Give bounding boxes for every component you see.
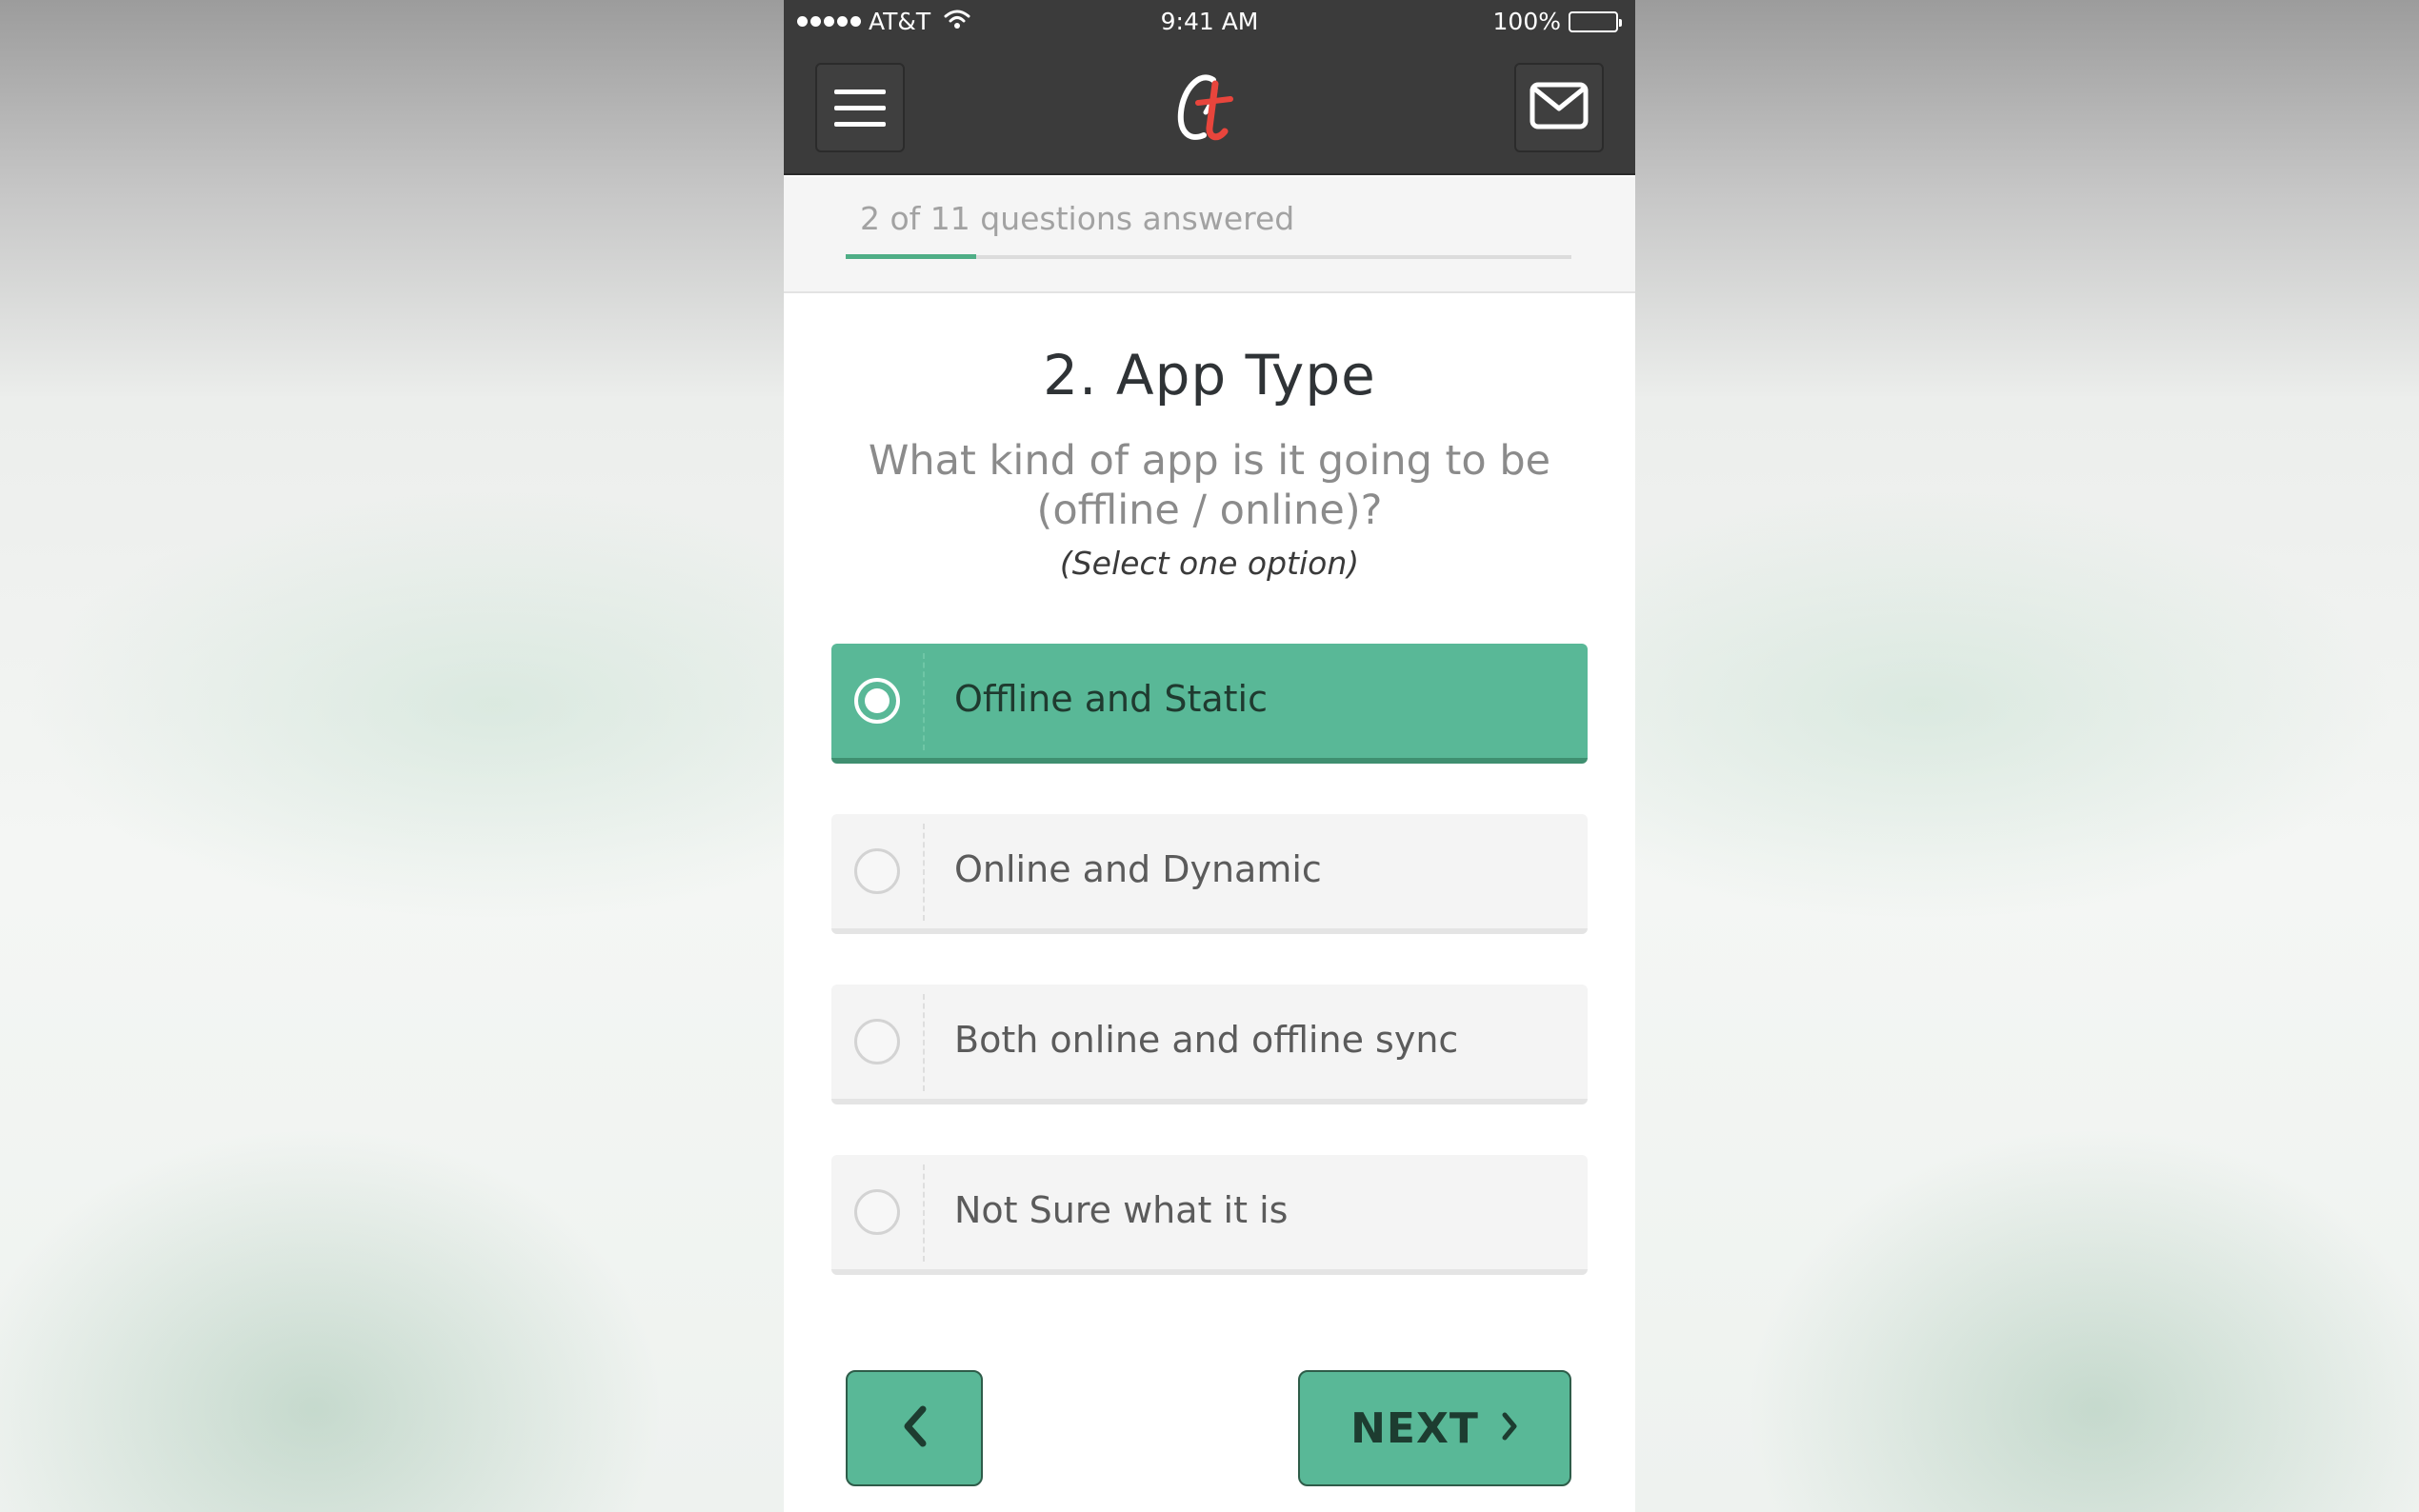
option-divider — [923, 653, 925, 750]
next-button[interactable]: NEXT — [1298, 1370, 1571, 1486]
progress-fill — [846, 254, 977, 259]
battery-percent: 100% — [1492, 8, 1561, 35]
chevron-right-icon — [1500, 1411, 1519, 1445]
option-divider — [923, 994, 925, 1091]
option-label: Not Sure what it is — [954, 1189, 1289, 1231]
back-button[interactable] — [846, 1370, 983, 1486]
radio-icon[interactable] — [854, 678, 900, 724]
progress-bar — [846, 254, 1571, 259]
option-label: Both online and offline sync — [954, 1019, 1459, 1061]
radio-icon[interactable] — [854, 848, 900, 894]
question-hint: (Select one option) — [1059, 545, 1360, 582]
battery-icon — [1569, 10, 1622, 32]
option-label: Online and Dynamic — [954, 848, 1322, 890]
envelope-icon — [1529, 82, 1589, 133]
option-not-sure[interactable]: Not Sure what it is — [831, 1155, 1588, 1275]
status-bar: AT&T 9:41 AM 100% — [784, 0, 1635, 44]
next-label: NEXT — [1350, 1403, 1479, 1453]
option-label: Offline and Static — [954, 678, 1268, 720]
brand-logo[interactable] — [784, 65, 1635, 154]
radio-icon[interactable] — [854, 1189, 900, 1235]
option-online-dynamic[interactable]: Online and Dynamic — [831, 814, 1588, 934]
status-right: 100% — [1492, 8, 1622, 35]
radio-icon[interactable] — [854, 1019, 900, 1064]
option-offline-static[interactable]: Offline and Static — [831, 644, 1588, 764]
question-text: What kind of app is it going to be (offl… — [868, 437, 1551, 534]
option-divider — [923, 1164, 925, 1262]
top-navbar — [784, 44, 1635, 175]
chevron-left-icon — [900, 1405, 929, 1451]
progress-section: 2 of 11 questions answered — [784, 177, 1635, 293]
option-divider — [923, 824, 925, 921]
option-both-sync[interactable]: Both online and offline sync — [831, 985, 1588, 1104]
progress-text: 2 of 11 questions answered — [860, 200, 1295, 237]
question-title: 2. App Type — [1043, 343, 1376, 408]
mail-button[interactable] — [1514, 63, 1604, 152]
phone-screen: AT&T 9:41 AM 100% 2 of 11 questions answ… — [784, 0, 1635, 1512]
